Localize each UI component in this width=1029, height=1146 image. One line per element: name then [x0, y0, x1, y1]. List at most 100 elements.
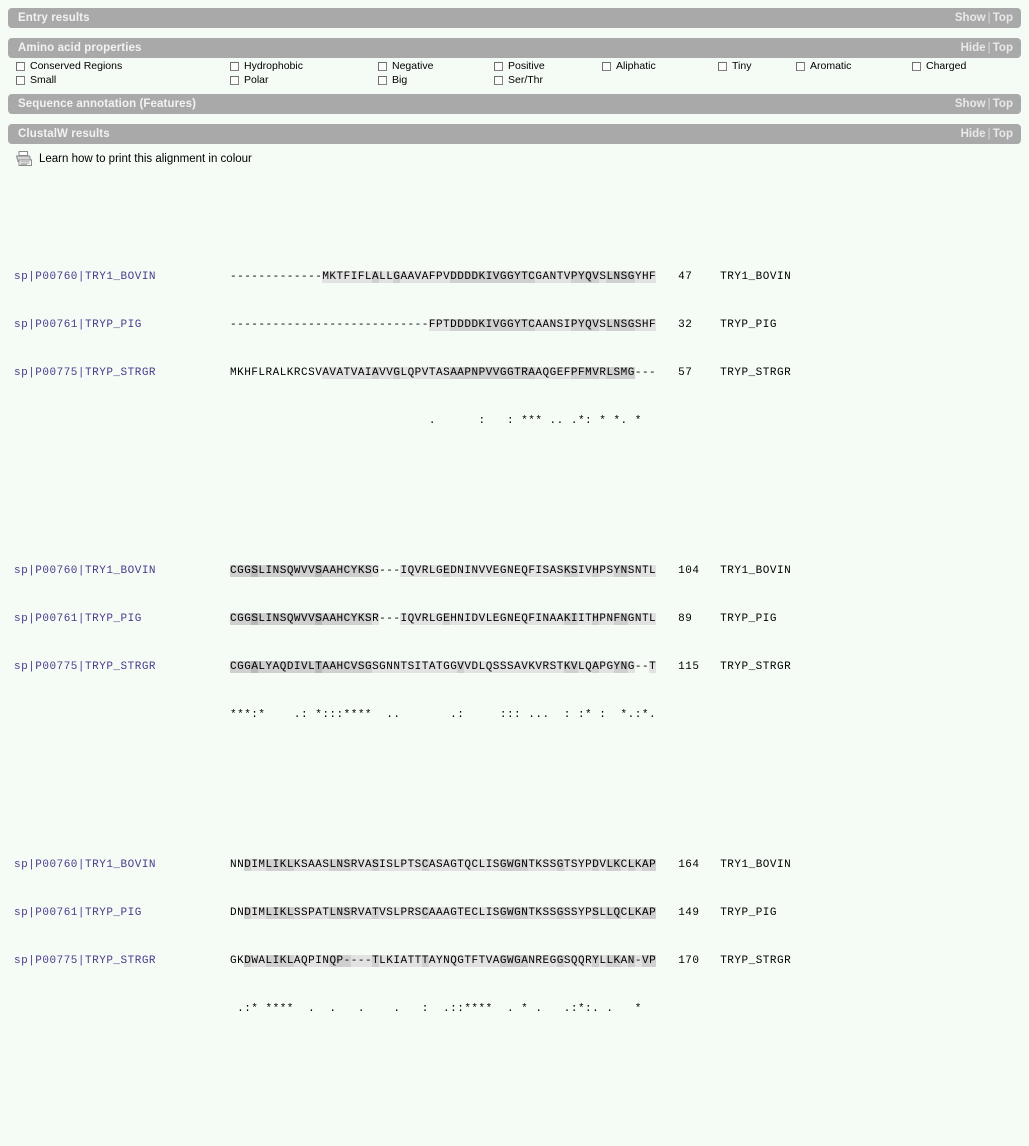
alignment-row: sp|P00761|TRYP_PIG ----------------------…	[14, 317, 1029, 333]
sequence-name: TRYP_STRGR	[720, 955, 792, 967]
section-actions-entry-results: Show | Top	[955, 12, 1013, 24]
consensus-line: .:* **** . . . . : .::**** . * . .:*:. .…	[230, 1003, 657, 1015]
alignment-row: sp|P00760|TRY1_BOVIN NNDIMLIKLKSAASLNSRVA…	[14, 857, 1029, 873]
alignment-row: sp|P00761|TRYP_PIG CGGSLINSQWVVSAAHCYKSR-…	[14, 611, 1029, 627]
sequence-id[interactable]: sp|P00775|TRYP_STRGR	[14, 365, 230, 381]
checkbox-big[interactable]	[378, 76, 387, 85]
aa-option-charged[interactable]: Charged	[912, 60, 966, 73]
aa-column-3: Negative Big	[378, 60, 433, 88]
sequence-id[interactable]: sp|P00760|TRY1_BOVIN	[14, 269, 230, 285]
aa-option-aromatic[interactable]: Aromatic	[796, 60, 851, 73]
aa-column-1: Conserved Regions Small	[16, 60, 122, 88]
aa-column-2: Hydrophobic Polar	[230, 60, 303, 88]
sequence-residues: GKDWALIKLAQPINQP----TLKIATTTAYNQGTFTVAGW…	[230, 955, 657, 967]
sequence-name: TRY1_BOVIN	[720, 859, 792, 871]
residue-count: 104	[678, 565, 700, 577]
aa-option-negative[interactable]: Negative	[378, 60, 433, 73]
aa-option-polar[interactable]: Polar	[230, 74, 303, 87]
checkbox-conserved-regions[interactable]	[16, 62, 25, 71]
alignment-block: sp|P00760|TRY1_BOVIN CGGSLINSQWVVSAAHCYKS…	[14, 531, 1029, 755]
checkbox-hydrophobic[interactable]	[230, 62, 239, 71]
action-separator: |	[987, 128, 991, 140]
residue-count: 115	[678, 661, 700, 673]
aa-label-conserved-regions: Conserved Regions	[30, 60, 123, 72]
section-title-entry-results: Entry results	[18, 12, 90, 24]
consensus-line: ***:* .: *:::**** .. .: ::: ... : :* : *…	[230, 709, 657, 721]
sequence-name: TRYP_PIG	[720, 319, 777, 331]
sequence-id[interactable]: sp|P00761|TRYP_PIG	[14, 905, 230, 921]
top-link-amino-acid-properties[interactable]: Top	[993, 42, 1013, 54]
alignment-row: sp|P00775|TRYP_STRGR CGGALYAQDIVLTAAHCVSG…	[14, 659, 1029, 675]
consensus-line: . : : *** .. .*: * *. *	[230, 415, 642, 427]
checkbox-tiny[interactable]	[718, 62, 727, 71]
sequence-name: TRYP_PIG	[720, 907, 777, 919]
aa-option-big[interactable]: Big	[378, 74, 433, 87]
action-separator: |	[987, 42, 991, 54]
section-actions-sequence-annotation: Show | Top	[955, 98, 1013, 110]
aa-option-small[interactable]: Small	[16, 74, 122, 87]
checkbox-aliphatic[interactable]	[602, 62, 611, 71]
print-alignment-note[interactable]: Learn how to print this alignment in col…	[14, 149, 1029, 169]
aa-option-tiny[interactable]: Tiny	[718, 60, 751, 73]
checkbox-negative[interactable]	[378, 62, 387, 71]
aa-option-positive[interactable]: Positive	[494, 60, 545, 73]
print-alignment-link[interactable]: Learn how to print this alignment in col…	[39, 153, 252, 165]
checkbox-positive[interactable]	[494, 62, 503, 71]
aa-label-ser-thr: Ser/Thr	[508, 74, 544, 86]
aa-label-big: Big	[392, 74, 408, 86]
residue-count: 149	[678, 907, 700, 919]
aa-option-aliphatic[interactable]: Aliphatic	[602, 60, 656, 73]
checkbox-small[interactable]	[16, 76, 25, 85]
show-link-sequence-annotation[interactable]: Show	[955, 98, 986, 110]
section-header-amino-acid-properties[interactable]: Amino acid properties Hide | Top	[8, 38, 1021, 58]
sequence-residues: CGGALYAQDIVLTAAHCVSGSGNNTSITATGGVVDLQSSS…	[230, 661, 657, 673]
checkbox-charged[interactable]	[912, 62, 921, 71]
aa-column-5: Aliphatic	[602, 60, 656, 74]
alignment-row: sp|P00760|TRY1_BOVIN -------------MKTFIFL…	[14, 269, 1029, 285]
residue-count: 57	[678, 367, 693, 379]
aa-label-small: Small	[30, 74, 57, 86]
sequence-name: TRYP_PIG	[720, 613, 777, 625]
sequence-id[interactable]: sp|P00775|TRYP_STRGR	[14, 659, 230, 675]
section-header-entry-results[interactable]: Entry results Show | Top	[8, 8, 1021, 28]
show-link-entry-results[interactable]: Show	[955, 12, 986, 24]
aa-option-ser-thr[interactable]: Ser/Thr	[494, 74, 545, 87]
section-header-clustalw-results[interactable]: ClustalW results Hide | Top	[8, 124, 1021, 144]
sequence-id[interactable]: sp|P00760|TRY1_BOVIN	[14, 563, 230, 579]
checkbox-ser-thr[interactable]	[494, 76, 503, 85]
residue-count: 89	[678, 613, 693, 625]
printer-icon	[14, 150, 34, 168]
action-separator: |	[987, 98, 991, 110]
sequence-id[interactable]: sp|P00775|TRYP_STRGR	[14, 953, 230, 969]
clustalw-alignment: sp|P00760|TRY1_BOVIN -------------MKTFIFL…	[14, 173, 1029, 1146]
alignment-row: sp|P00775|TRYP_STRGR MKHFLRALKRCSVAVATVAI…	[14, 365, 1029, 381]
section-title-sequence-annotation: Sequence annotation (Features)	[18, 98, 197, 110]
alignment-block: sp|P00760|TRY1_BOVIN -------------MKTFIFL…	[14, 237, 1029, 461]
amino-acid-property-checkbox-grid: Conserved Regions Small Hydrophobic Pola…	[10, 60, 1021, 88]
hide-link-clustalw-results[interactable]: Hide	[961, 128, 986, 140]
sequence-residues: DNDIMLIKLSSPATLNSRVATVSLPRSCAAAGTECLISGW…	[230, 907, 657, 919]
aa-label-polar: Polar	[244, 74, 269, 86]
residue-count: 170	[678, 955, 700, 967]
sequence-residues: CGGSLINSQWVVSAAHCYKSG---IQVRLGEDNINVVEGN…	[230, 565, 657, 577]
aa-label-charged: Charged	[926, 60, 967, 72]
aa-label-positive: Positive	[508, 60, 545, 72]
aa-column-6: Tiny	[718, 60, 751, 74]
aa-option-conserved-regions[interactable]: Conserved Regions	[16, 60, 122, 73]
sequence-id[interactable]: sp|P00761|TRYP_PIG	[14, 317, 230, 333]
aa-column-7: Aromatic	[796, 60, 851, 74]
checkbox-polar[interactable]	[230, 76, 239, 85]
section-title-clustalw-results: ClustalW results	[18, 128, 110, 140]
section-header-sequence-annotation[interactable]: Sequence annotation (Features) Show | Top	[8, 94, 1021, 114]
checkbox-aromatic[interactable]	[796, 62, 805, 71]
top-link-clustalw-results[interactable]: Top	[993, 128, 1013, 140]
hide-link-amino-acid-properties[interactable]: Hide	[961, 42, 986, 54]
alignment-row: sp|P00775|TRYP_STRGR GKDWALIKLAQPINQP----…	[14, 953, 1029, 969]
aa-option-hydrophobic[interactable]: Hydrophobic	[230, 60, 303, 73]
page-root: Entry results Show | Top Amino acid proper…	[0, 0, 1029, 1015]
sequence-residues: NNDIMLIKLKSAASLNSRVASISLPTSCASAGTQCLISGW…	[230, 859, 657, 871]
sequence-id[interactable]: sp|P00761|TRYP_PIG	[14, 611, 230, 627]
top-link-entry-results[interactable]: Top	[993, 12, 1013, 24]
top-link-sequence-annotation[interactable]: Top	[993, 98, 1013, 110]
sequence-id[interactable]: sp|P00760|TRY1_BOVIN	[14, 857, 230, 873]
